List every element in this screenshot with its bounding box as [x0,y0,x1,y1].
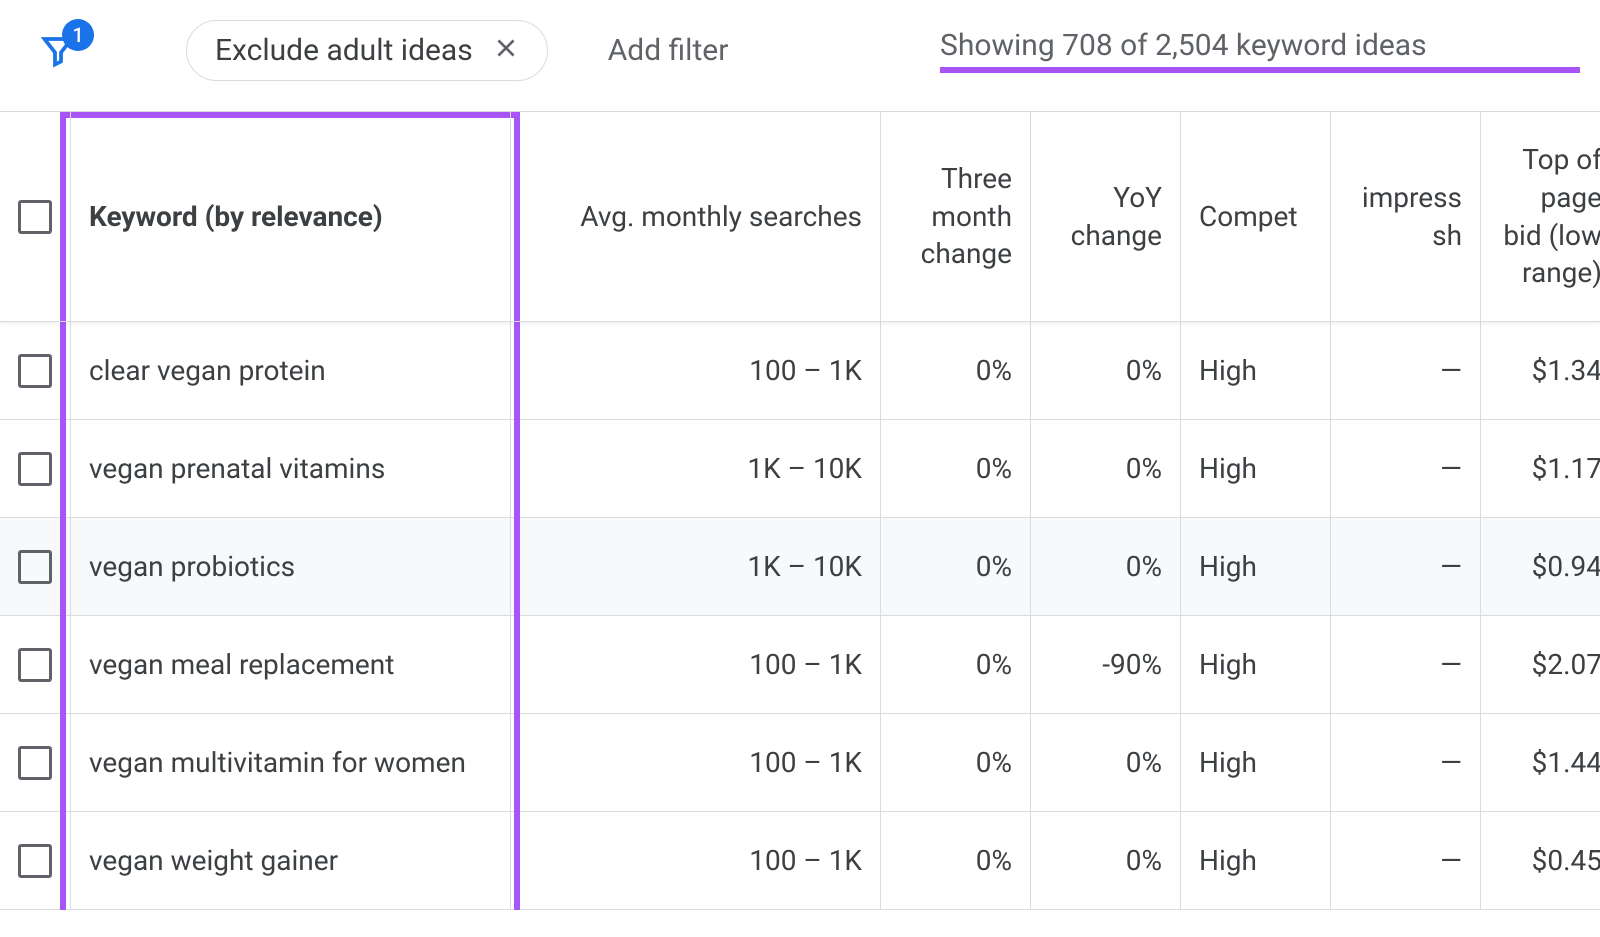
col-avg-searches[interactable]: Avg. monthly searches [510,112,880,321]
results-summary: Showing 708 of 2,504 keyword ideas [940,28,1427,63]
col-keyword[interactable]: Keyword (by relevance) [70,112,510,321]
cell-yoy-change: 0% [1030,812,1180,909]
cell-keyword[interactable]: vegan meal replacement [70,616,510,713]
cell-three-month-change: 0% [880,322,1030,419]
row-checkbox[interactable] [0,714,70,811]
cell-impression-share: — [1330,420,1480,517]
cell-yoy-change: -90% [1030,616,1180,713]
cell-competition: High [1180,420,1330,517]
cell-three-month-change: 0% [880,616,1030,713]
add-filter-button[interactable]: Add filter [608,33,729,68]
filter-chip-exclude-adult[interactable]: Exclude adult ideas [186,20,548,81]
cell-avg-searches: 1K – 10K [510,518,880,615]
filter-bar: 1 Exclude adult ideas Add filter Showing… [0,0,1600,111]
cell-top-bid-low: $0.94 [1480,518,1600,615]
row-checkbox[interactable] [0,616,70,713]
cell-competition: High [1180,518,1330,615]
row-checkbox[interactable] [0,420,70,517]
table-row: vegan weight gainer 100 – 1K 0% 0% High … [0,812,1600,910]
cell-competition: High [1180,322,1330,419]
cell-yoy-change: 0% [1030,420,1180,517]
cell-top-bid-low: $1.44 [1480,714,1600,811]
cell-keyword[interactable]: vegan weight gainer [70,812,510,909]
col-impression-share[interactable]: impress sh [1330,112,1480,321]
cell-three-month-change: 0% [880,420,1030,517]
cell-three-month-change: 0% [880,714,1030,811]
filter-icon-button[interactable]: 1 [40,33,76,69]
row-checkbox[interactable] [0,812,70,909]
cell-keyword[interactable]: vegan probiotics [70,518,510,615]
cell-keyword[interactable]: clear vegan protein [70,322,510,419]
cell-impression-share: — [1330,616,1480,713]
header-checkbox[interactable] [0,112,70,321]
col-yoy-change[interactable]: YoY change [1030,112,1180,321]
table-header-row: Keyword (by relevance) Avg. monthly sear… [0,112,1600,322]
filter-count-badge: 1 [62,19,94,51]
cell-yoy-change: 0% [1030,322,1180,419]
cell-impression-share: — [1330,322,1480,419]
table-row: vegan multivitamin for women 100 – 1K 0%… [0,714,1600,812]
row-checkbox[interactable] [0,322,70,419]
cell-top-bid-low: $0.45 [1480,812,1600,909]
cell-impression-share: — [1330,518,1480,615]
col-competition[interactable]: Compet [1180,112,1330,321]
row-checkbox[interactable] [0,518,70,615]
table-body: clear vegan protein 100 – 1K 0% 0% High … [0,322,1600,910]
cell-top-bid-low: $1.17 [1480,420,1600,517]
keyword-table: Keyword (by relevance) Avg. monthly sear… [0,111,1600,910]
cell-impression-share: — [1330,714,1480,811]
cell-top-bid-low: $2.07 [1480,616,1600,713]
cell-yoy-change: 0% [1030,518,1180,615]
cell-top-bid-low: $1.34 [1480,322,1600,419]
table-row: clear vegan protein 100 – 1K 0% 0% High … [0,322,1600,420]
cell-yoy-change: 0% [1030,714,1180,811]
table-row: vegan prenatal vitamins 1K – 10K 0% 0% H… [0,420,1600,518]
close-icon[interactable] [493,35,519,67]
highlight-underline [940,67,1580,73]
cell-keyword[interactable]: vegan prenatal vitamins [70,420,510,517]
cell-impression-share: — [1330,812,1480,909]
col-top-bid-low[interactable]: Top of page bid (low range) [1480,112,1600,321]
cell-three-month-change: 0% [880,812,1030,909]
table-row: vegan meal replacement 100 – 1K 0% -90% … [0,616,1600,714]
table-row: vegan probiotics 1K – 10K 0% 0% High — $… [0,518,1600,616]
cell-avg-searches: 100 – 1K [510,616,880,713]
cell-avg-searches: 1K – 10K [510,420,880,517]
cell-avg-searches: 100 – 1K [510,714,880,811]
cell-avg-searches: 100 – 1K [510,812,880,909]
col-three-month-change[interactable]: Three month change [880,112,1030,321]
cell-competition: High [1180,812,1330,909]
cell-competition: High [1180,616,1330,713]
cell-competition: High [1180,714,1330,811]
cell-keyword[interactable]: vegan multivitamin for women [70,714,510,811]
cell-three-month-change: 0% [880,518,1030,615]
filter-chip-label: Exclude adult ideas [215,33,473,68]
cell-avg-searches: 100 – 1K [510,322,880,419]
results-summary-wrap: Showing 708 of 2,504 keyword ideas [940,28,1580,73]
